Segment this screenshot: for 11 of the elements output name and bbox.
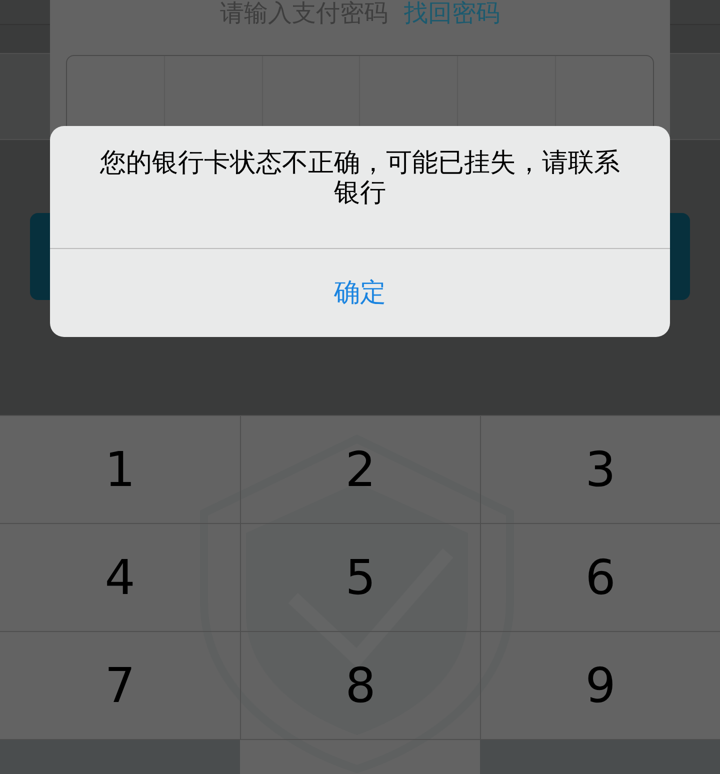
function-key[interactable] xyxy=(480,739,720,774)
keypad-key[interactable]: 1 xyxy=(0,415,240,523)
keypad-key[interactable]: 3 xyxy=(480,415,720,523)
confirm-button[interactable]: 确定 xyxy=(50,248,670,337)
keypad-key[interactable]: 2 xyxy=(240,415,480,523)
keypad-key[interactable]: 6 xyxy=(480,523,720,631)
alert-message: 您的银行卡状态不正确，可能已挂失，请联系银行 xyxy=(100,148,620,210)
keypad-key[interactable]: 5 xyxy=(240,523,480,631)
keypad-key[interactable]: 8 xyxy=(240,631,480,739)
keypad-key[interactable]: 4 xyxy=(0,523,240,631)
function-key[interactable] xyxy=(0,739,240,774)
